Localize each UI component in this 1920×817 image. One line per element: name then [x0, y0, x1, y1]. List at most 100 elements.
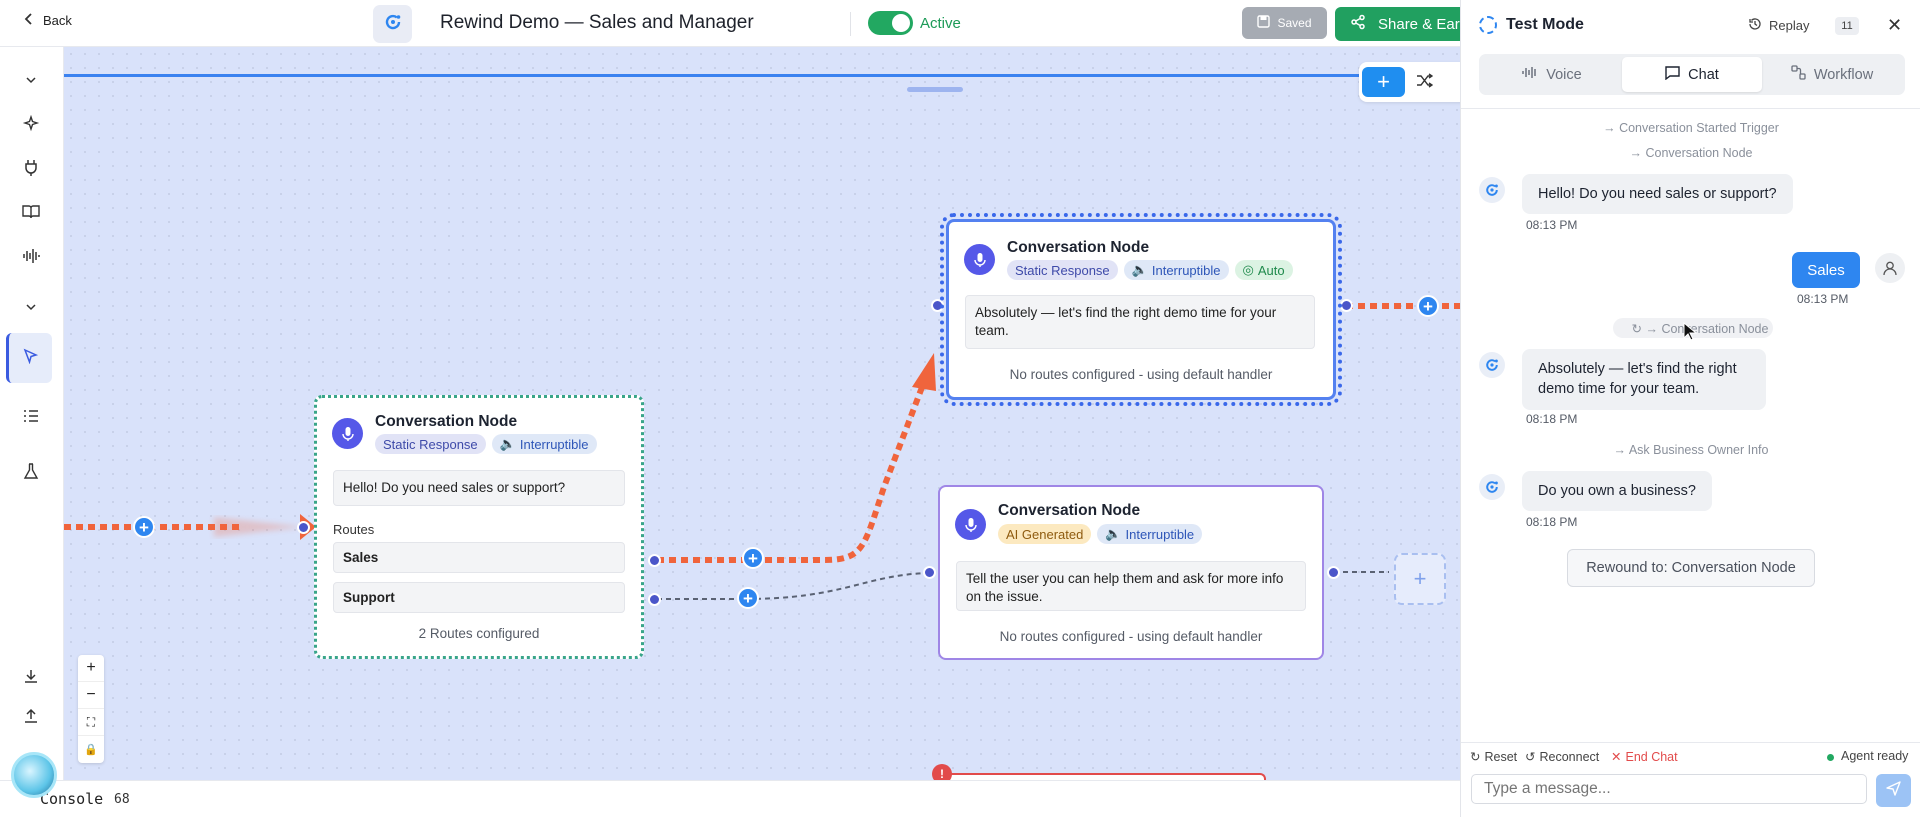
- routes-label: Routes: [333, 522, 375, 537]
- insert-node-button[interactable]: +: [133, 516, 155, 538]
- zoom-in-button[interactable]: +: [78, 655, 104, 682]
- warning-icon: !: [932, 764, 952, 780]
- status-dot: [1827, 754, 1834, 761]
- plug-icon[interactable]: [20, 157, 42, 179]
- speaker-icon: 🔈: [1131, 262, 1148, 277]
- add-node-placeholder[interactable]: +: [1394, 553, 1446, 605]
- route-support[interactable]: Support: [333, 582, 625, 613]
- sparkle-icon[interactable]: [20, 113, 42, 135]
- chat-icon: [1665, 65, 1680, 84]
- mode-tabs: Voice Chat Workflow: [1479, 54, 1905, 95]
- upload-icon[interactable]: [20, 705, 42, 727]
- close-icon[interactable]: ✕: [1887, 15, 1902, 36]
- output-handle[interactable]: [1340, 299, 1353, 312]
- end-chat-label: End Chat: [1625, 749, 1678, 764]
- project-title[interactable]: Rewind Demo — Sales and Manager: [440, 12, 754, 34]
- static-response-tag: Static Response: [375, 434, 486, 454]
- interruptible-label: Interruptible: [519, 436, 589, 452]
- divider: [1461, 108, 1920, 109]
- tab-workflow[interactable]: Workflow: [1762, 57, 1902, 92]
- assistant-orb-icon[interactable]: [11, 752, 57, 798]
- rewound-indicator[interactable]: Rewound to: Conversation Node: [1567, 549, 1815, 587]
- save-icon: [1257, 15, 1271, 31]
- conversation-node-demo[interactable]: Conversation Node Static Response 🔈 Inter…: [940, 213, 1342, 406]
- send-icon: [1886, 780, 1901, 801]
- route-handle-support[interactable]: [648, 593, 661, 606]
- tab-voice[interactable]: Voice: [1482, 57, 1622, 92]
- lock-button[interactable]: 🔒: [78, 736, 104, 763]
- share-label: Share & Ear: [1378, 15, 1460, 33]
- conversation-node-start[interactable]: Conversation Node Static Response 🔈 Inter…: [314, 395, 644, 659]
- conversation-node-support[interactable]: Conversation Node AI Generated 🔈 Interrup…: [938, 485, 1324, 660]
- reset-icon: ↻: [1470, 750, 1481, 764]
- route-sales[interactable]: Sales: [333, 542, 625, 573]
- waveform-icon: [1522, 66, 1538, 83]
- message-time: 08:13 PM: [1526, 218, 1578, 232]
- tab-chat[interactable]: Chat: [1622, 57, 1762, 92]
- node-message[interactable]: Absolutely — let's find the right demo t…: [965, 295, 1315, 349]
- close-icon: ✕: [1611, 750, 1622, 764]
- trace-event: → Conversation Started Trigger: [1603, 121, 1779, 135]
- speaker-icon: 🔈: [1105, 526, 1122, 541]
- fit-view-button[interactable]: ⛶: [78, 709, 104, 736]
- workflow-canvas[interactable]: + + + + + + Conversation Node Static Res…: [64, 47, 1460, 780]
- chevron-down-icon[interactable]: [20, 69, 42, 91]
- agent-status: Agent ready: [1841, 749, 1909, 763]
- console-bar[interactable]: Console 68: [0, 780, 1460, 817]
- insert-node-button[interactable]: +: [737, 587, 759, 609]
- end-chat-button[interactable]: ✕ End Chat: [1611, 749, 1678, 765]
- insert-node-button[interactable]: +: [1417, 295, 1439, 317]
- mouse-cursor-icon: [1683, 321, 1699, 347]
- reconnect-button[interactable]: ↺ Reconnect: [1525, 749, 1599, 765]
- insert-node-button[interactable]: +: [742, 547, 764, 569]
- saved-label: Saved: [1277, 16, 1312, 30]
- logo-icon: [383, 12, 403, 37]
- input-handle[interactable]: [931, 299, 944, 312]
- input-handle[interactable]: [923, 566, 936, 579]
- loading-icon: [1479, 16, 1497, 34]
- static-response-tag: Static Response: [1007, 260, 1118, 280]
- message-time: 08:18 PM: [1526, 412, 1578, 426]
- node-title: Conversation Node: [1007, 239, 1150, 256]
- message-input[interactable]: [1471, 774, 1867, 804]
- book-icon[interactable]: [20, 201, 42, 223]
- list-icon[interactable]: [20, 405, 42, 427]
- share-icon: [1350, 14, 1366, 34]
- download-icon[interactable]: [20, 665, 42, 687]
- zoom-controls: + − ⛶ 🔒: [78, 655, 104, 763]
- back-button[interactable]: Back: [24, 13, 72, 28]
- app-logo-button[interactable]: [373, 5, 412, 43]
- route-handle-sales[interactable]: [648, 554, 661, 567]
- auto-label: Auto: [1257, 262, 1285, 278]
- active-toggle[interactable]: [868, 11, 913, 35]
- input-handle[interactable]: [297, 521, 310, 534]
- cursor-icon: [23, 348, 39, 369]
- trace-event: → Ask Business Owner Info: [1613, 443, 1769, 457]
- replay-button[interactable]: Replay: [1748, 17, 1809, 34]
- user-message: Sales: [1792, 252, 1860, 288]
- select-tool-button[interactable]: [6, 333, 52, 383]
- send-button[interactable]: [1876, 774, 1911, 807]
- tab-workflow-label: Workflow: [1813, 66, 1874, 83]
- app-root: Back Rewind Demo — Sales and Manager Act…: [0, 0, 1920, 817]
- check-circle-icon: ◎: [1242, 262, 1254, 277]
- routes-summary: 2 Routes configured: [418, 626, 540, 641]
- tab-chat-label: Chat: [1688, 66, 1719, 83]
- flask-icon[interactable]: [20, 461, 42, 483]
- console-count: 68: [114, 792, 130, 807]
- output-handle[interactable]: [1327, 566, 1340, 579]
- bot-avatar-icon: [1479, 177, 1505, 203]
- console-label[interactable]: Console: [40, 790, 103, 808]
- node-message[interactable]: Tell the user you can help them and ask …: [956, 561, 1306, 611]
- zoom-out-button[interactable]: −: [78, 682, 104, 709]
- node-message[interactable]: Hello! Do you need sales or support?: [333, 470, 625, 506]
- microphone-icon: [964, 244, 995, 275]
- saved-button[interactable]: Saved: [1242, 7, 1327, 39]
- chevron-down-icon[interactable]: [20, 296, 42, 318]
- chevron-left-icon: [24, 13, 33, 28]
- reset-button[interactable]: ↻ Reset: [1470, 749, 1517, 765]
- error-node[interactable]: [936, 773, 1266, 780]
- bot-message: Do you own a business?: [1522, 471, 1712, 512]
- bot-avatar-icon: [1479, 474, 1505, 500]
- waveform-icon[interactable]: [20, 245, 42, 267]
